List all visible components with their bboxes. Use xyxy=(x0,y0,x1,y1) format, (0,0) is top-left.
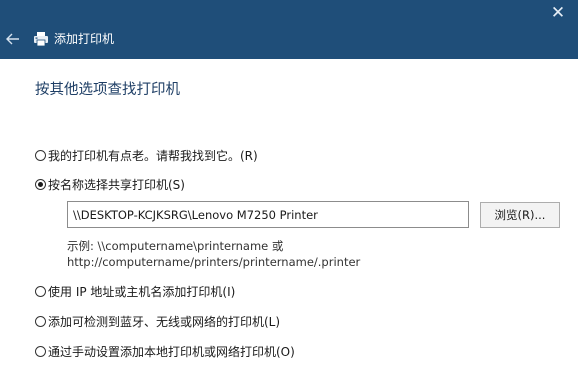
option-shared-printer-by-name[interactable]: 按名称选择共享打印机(S) xyxy=(35,176,185,192)
option-label: 添加可检测到蓝牙、无线或网络的打印机(L) xyxy=(48,314,281,329)
window-title: 添加打印机 xyxy=(54,32,115,46)
radio-button[interactable] xyxy=(35,315,46,327)
option-label: 按名称选择共享打印机(S) xyxy=(48,177,185,192)
radio-button[interactable] xyxy=(35,285,46,297)
window-title-group: 添加打印机 xyxy=(32,30,114,48)
option-label: 通过手动设置添加本地打印机或网络打印机(O) xyxy=(48,344,295,359)
add-printer-window: ✕ 添加打印机 按其他选项查找打印机 我的打印机有点老。请帮我找到它。(R) 按… xyxy=(0,0,578,367)
radio-button[interactable] xyxy=(35,345,46,357)
page-heading: 按其他选项查找打印机 xyxy=(35,82,180,98)
back-button[interactable] xyxy=(2,28,24,50)
option-label: 我的打印机有点老。请帮我找到它。(R) xyxy=(48,148,258,163)
radio-button-selected[interactable] xyxy=(35,178,46,190)
shared-printer-path-input[interactable] xyxy=(67,201,469,228)
close-button[interactable]: ✕ xyxy=(538,0,578,28)
title-bar: ✕ 添加打印机 xyxy=(0,0,578,59)
close-icon: ✕ xyxy=(550,3,566,23)
option-manual-local-network[interactable]: 通过手动设置添加本地打印机或网络打印机(O) xyxy=(35,343,295,359)
arrow-left-icon xyxy=(6,33,19,45)
option-label: 使用 IP 地址或主机名添加打印机(I) xyxy=(48,284,236,299)
option-bluetooth-wireless-network[interactable]: 添加可检测到蓝牙、无线或网络的打印机(L) xyxy=(35,313,280,329)
browse-button[interactable]: 浏览(R)... xyxy=(480,202,560,228)
option-old-printer[interactable]: 我的打印机有点老。请帮我找到它。(R) xyxy=(35,147,258,163)
example-text-line-2: http://computername/printers/printername… xyxy=(67,255,361,269)
example-text-line-1: 示例: \\computername\printername 或 xyxy=(67,239,284,253)
radio-button[interactable] xyxy=(35,149,46,161)
printer-icon xyxy=(34,32,48,47)
option-ip-hostname[interactable]: 使用 IP 地址或主机名添加打印机(I) xyxy=(35,283,235,299)
